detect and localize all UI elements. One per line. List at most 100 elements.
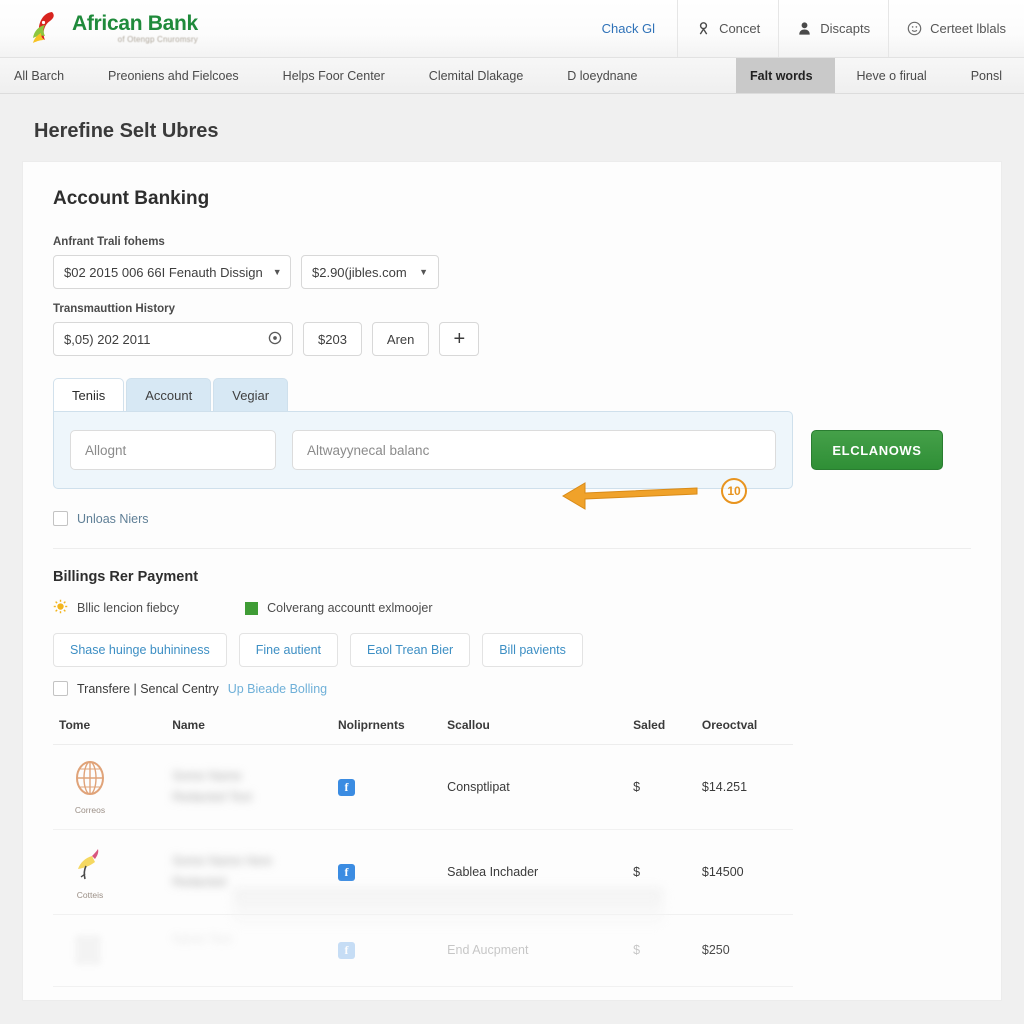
domain-select-value: $2.90(jibles.com	[312, 264, 407, 280]
date-input[interactable]: $,05) 202 2011	[53, 322, 293, 356]
tab-teniis[interactable]: Teniis	[53, 378, 125, 411]
column-header-name[interactable]: Name	[166, 708, 332, 745]
oreoctval-value: $250	[695, 914, 793, 987]
brand-cell	[53, 914, 167, 987]
payment-icon-cell: f	[332, 744, 442, 830]
subnav-item-all-barch[interactable]: All Barch	[0, 58, 86, 93]
payment-icon-cell: f	[332, 914, 442, 987]
header-link-discapts[interactable]: Discapts	[778, 0, 888, 57]
clock-face-icon	[907, 21, 922, 36]
subnav-item-dloeydnane[interactable]: D loeydnane	[545, 58, 659, 93]
card-title: Account Banking	[53, 188, 210, 209]
globe-orb-icon	[72, 759, 108, 802]
subnav-item-preoniens[interactable]: Preoniens ahd Fielcoes	[86, 58, 261, 93]
header-link-certeet[interactable]: Certeet lblals	[888, 0, 1024, 57]
domain-select[interactable]: $2.90(jibles.com ▼	[301, 255, 439, 289]
legend-item-square: Colverang accountt exlmoojer	[245, 601, 433, 615]
unload-checkbox-label: Unloas Niers	[77, 511, 149, 526]
name-cell: Some Name Redacted Text	[166, 744, 332, 830]
payment-icon-cell: f	[332, 829, 442, 915]
blurred-name: Some Name Redacted Text	[172, 768, 252, 804]
subnav-item-clemital-dlakage[interactable]: Clemital Dlakage	[407, 58, 545, 93]
saled-value: $	[627, 829, 696, 915]
column-header-oreoctval[interactable]: Oreoctval	[695, 708, 793, 745]
billing-buttons-row: Shase huinge buhininess Fine autient Eao…	[53, 633, 971, 667]
person-badge-icon	[696, 21, 711, 36]
table-header-row: Tome Name Noliprnents Scallou Saled Oreo…	[53, 708, 793, 745]
date-input-value: $,05) 202 2011	[64, 331, 151, 347]
billing-button-shase[interactable]: Shase huinge buhininess	[53, 633, 227, 667]
unload-checkbox[interactable]	[53, 511, 68, 526]
name-cell: Some Name Here Redacted	[166, 829, 332, 915]
header-link-check[interactable]: Chack Gl	[584, 0, 677, 57]
account-select-value: $02 2015 006 66I Fenauth Dissign	[64, 264, 263, 280]
subnav-item-ponsl[interactable]: Ponsl	[949, 58, 1024, 93]
subnav-item-heve-o-firual[interactable]: Heve o firual	[835, 58, 949, 93]
tab-panel: Allognt Altwayynecal balanc	[53, 411, 793, 489]
allognt-input[interactable]: Allognt	[70, 430, 276, 470]
section-divider	[53, 548, 971, 549]
tab-account[interactable]: Account	[126, 378, 212, 411]
tab-vegiar[interactable]: Vegiar	[213, 378, 289, 411]
clock-icon[interactable]	[268, 331, 282, 348]
transfer-link[interactable]: Up Bieade Bolling	[228, 682, 327, 696]
subnav-right-group: Falt words Heve o firual Ponsl	[736, 58, 1024, 93]
saled-value: $	[627, 914, 696, 987]
transfer-label: Transfere | Sencal Centry	[77, 681, 219, 696]
column-header-scallou[interactable]: Scallou	[441, 708, 628, 745]
amount-button[interactable]: $203	[303, 322, 362, 356]
facebook-icon[interactable]: f	[338, 863, 355, 881]
column-header-saled[interactable]: Saled	[627, 708, 696, 745]
legend-label: Colverang accountt exlmoojer	[267, 601, 433, 615]
user-icon	[797, 21, 812, 36]
scallou-value: End Aucpment	[441, 914, 628, 987]
subnav-item-falt-words[interactable]: Falt words	[736, 58, 835, 93]
logo-tagline: of Otengp Cnuromsry	[117, 35, 198, 44]
table-row[interactable]: Correos Some Name Redacted Text f Consptl…	[53, 744, 793, 830]
chevron-down-icon: ▼	[419, 267, 428, 277]
area-button[interactable]: Aren	[371, 322, 430, 356]
blurred-icon	[75, 935, 101, 966]
scallou-value: Consptlipat	[441, 744, 628, 830]
history-section-label: Transmauttion History	[53, 303, 176, 315]
brand-cell: Cotteis	[53, 829, 167, 915]
account-section-label: Anfrant Trali fohems	[53, 236, 165, 248]
tabstrip: Teniis Account Vegiar	[53, 378, 971, 411]
legend-label: Bllic lencion fiebcy	[77, 601, 180, 615]
column-header-noliprnents[interactable]: Noliprnents	[332, 708, 442, 745]
oreoctval-value: $14500	[695, 829, 793, 915]
name-cell: Name Text	[166, 914, 332, 987]
billing-button-fine-autient[interactable]: Fine autient	[238, 633, 339, 667]
transfer-row: Transfere | Sencal Centry Up Bieade Boll…	[53, 681, 971, 696]
header-links: Chack Gl Concet Discapts Certeet lblals	[584, 0, 1024, 57]
facebook-icon[interactable]: f	[338, 941, 355, 959]
logo-name: African Bank	[72, 12, 198, 35]
submit-button[interactable]: ELCLANOWS	[811, 430, 943, 470]
column-header-tome[interactable]: Tome	[53, 708, 167, 745]
table-row[interactable]: Name Text f End Aucpment $ $250	[53, 914, 793, 987]
header-link-concet[interactable]: Concet	[677, 0, 778, 57]
top-header-bar: African Bank of Otengp Cnuromsry Chack G…	[0, 0, 1024, 58]
account-select-row: $02 2015 006 66I Fenauth Dissign ▼ $2.90…	[53, 255, 971, 289]
add-button[interactable]: +	[439, 322, 480, 356]
billing-button-bill-pavients[interactable]: Bill pavients	[482, 633, 583, 667]
facebook-icon[interactable]: f	[338, 778, 355, 796]
legend-item-sun: Bllic lencion fiebcy	[53, 599, 179, 617]
transfer-checkbox[interactable]	[53, 681, 68, 696]
table-row[interactable]: Cotteis Some Name Here Redacted f Sablea …	[53, 829, 793, 915]
billing-button-eaol-trean[interactable]: Eaol Trean Bier	[350, 633, 471, 667]
page-title: Herefine Selt Ubres	[34, 120, 219, 142]
tab-section: Teniis Account Vegiar Allognt Altwayynec…	[53, 378, 971, 510]
brand-caption: Correos	[74, 805, 106, 815]
brand-logo[interactable]: African Bank of Otengp Cnuromsry	[0, 0, 198, 57]
saled-value: $	[627, 744, 696, 830]
oreoctval-value: $14.251	[695, 744, 793, 830]
african-bank-bird-logo-icon	[28, 9, 66, 49]
billing-section-title: Billings Rer Payment	[53, 569, 199, 585]
account-select[interactable]: $02 2015 006 66I Fenauth Dissign ▼	[53, 255, 291, 289]
subnav-item-helps-foor-center[interactable]: Helps Foor Center	[261, 58, 407, 93]
balance-input[interactable]: Altwayynecal balanc	[292, 430, 776, 470]
transactions-table: Tome Name Noliprnents Scallou Saled Oreo…	[53, 708, 793, 987]
chevron-down-icon: ▼	[272, 267, 282, 277]
square-icon	[245, 601, 259, 615]
